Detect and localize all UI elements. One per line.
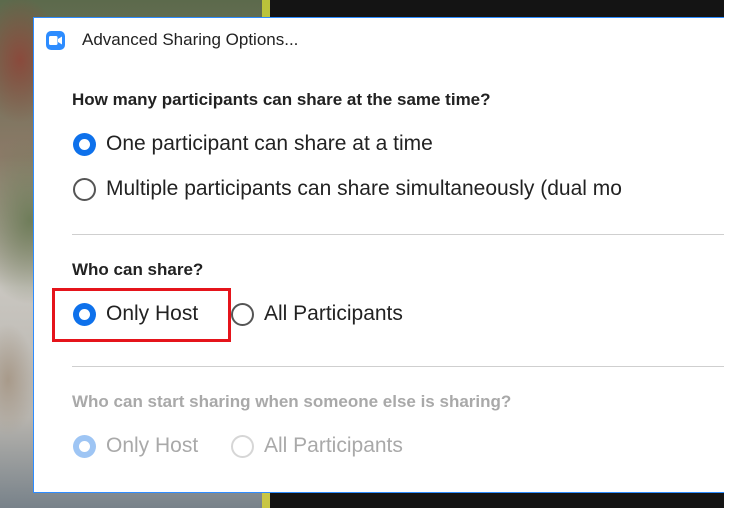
background-edge xyxy=(724,0,739,522)
radio-button-selected-disabled xyxy=(73,434,96,458)
background-bottom-edge xyxy=(0,508,739,522)
radio-option-only-host-disabled: Only Host xyxy=(73,434,198,458)
radio-label: All Participants xyxy=(264,302,403,325)
radio-button-unselected[interactable] xyxy=(73,177,96,201)
radio-option-one-participant[interactable]: One participant can share at a time xyxy=(73,132,433,156)
divider xyxy=(72,366,724,367)
radio-button-unselected-disabled xyxy=(231,434,254,458)
section-heading-start-while-sharing: Who can start sharing when someone else … xyxy=(72,392,512,411)
section-heading-who-can-share: Who can share? xyxy=(72,260,204,279)
radio-button-unselected[interactable] xyxy=(231,302,254,326)
divider xyxy=(72,234,724,235)
annotation-highlight-box xyxy=(52,288,231,342)
title-bar[interactable]: Advanced Sharing Options... xyxy=(34,18,724,64)
advanced-sharing-options-dialog: Advanced Sharing Options... How many par… xyxy=(33,17,724,493)
radio-label: Multiple participants can share simultan… xyxy=(106,177,622,200)
radio-option-all-participants-disabled: All Participants xyxy=(231,434,403,458)
radio-label: All Participants xyxy=(264,434,403,457)
radio-option-multiple-participants[interactable]: Multiple participants can share simultan… xyxy=(73,177,622,201)
radio-label: Only Host xyxy=(106,434,199,457)
radio-label: One participant can share at a time xyxy=(106,132,433,155)
window-title: Advanced Sharing Options... xyxy=(82,30,299,49)
radio-option-all-participants[interactable]: All Participants xyxy=(231,302,403,326)
zoom-camera-icon xyxy=(46,31,65,50)
section-heading-simultaneous: How many participants can share at the s… xyxy=(72,90,491,109)
radio-button-selected[interactable] xyxy=(73,132,96,156)
